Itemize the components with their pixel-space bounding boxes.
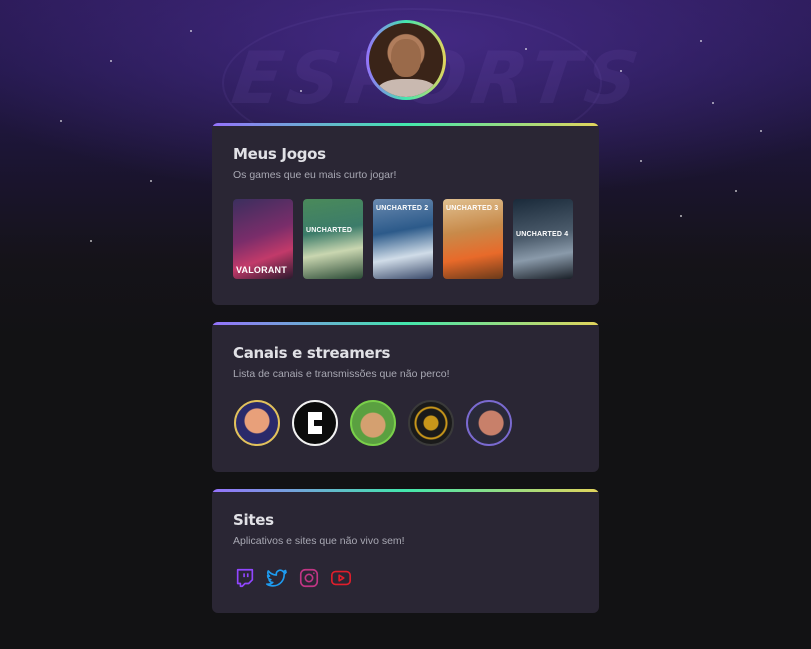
- youtube-icon[interactable]: [330, 567, 352, 589]
- sites-card-title: Sites: [233, 511, 274, 529]
- channels-list: [234, 400, 512, 446]
- channel-avatar-3[interactable]: [350, 400, 396, 446]
- channel-avatar-4[interactable]: [408, 400, 454, 446]
- sites-card-subtitle: Aplicativos e sites que não vivo sem!: [233, 535, 405, 547]
- game-cover-uncharted-4[interactable]: UNCHARTED 4: [513, 199, 573, 279]
- game-cover-caption: UNCHARTED 3: [446, 205, 499, 212]
- games-card-subtitle: Os games que eu mais curto jogar!: [233, 169, 397, 181]
- sites-card: Sites Aplicativos e sites que não vivo s…: [212, 489, 599, 613]
- avatar-photo: [369, 23, 443, 97]
- channel-avatar-1[interactable]: [234, 400, 280, 446]
- games-list: VALORANT UNCHARTED UNCHARTED 2 UNCHARTED…: [233, 199, 573, 279]
- game-cover-valorant[interactable]: VALORANT: [233, 199, 293, 279]
- channel-avatar-2[interactable]: [292, 400, 338, 446]
- game-cover-uncharted-2[interactable]: UNCHARTED 2: [373, 199, 433, 279]
- games-card: Meus Jogos Os games que eu mais curto jo…: [212, 123, 599, 305]
- game-cover-caption: UNCHARTED: [306, 227, 353, 234]
- game-cover-caption: UNCHARTED 4: [516, 231, 569, 238]
- profile-avatar[interactable]: [366, 20, 446, 100]
- channels-card-subtitle: Lista de canais e transmissões que não p…: [233, 368, 450, 380]
- channels-card-title: Canais e streamers: [233, 344, 391, 362]
- game-cover-caption: VALORANT: [236, 265, 287, 275]
- game-cover-caption: UNCHARTED 2: [376, 205, 429, 212]
- games-card-title: Meus Jogos: [233, 145, 326, 163]
- page: ESPORTS Meus Jogos Os games que eu mais …: [0, 0, 811, 649]
- twitch-icon[interactable]: [234, 567, 256, 589]
- channels-card: Canais e streamers Lista de canais e tra…: [212, 322, 599, 472]
- game-cover-uncharted-3[interactable]: UNCHARTED 3: [443, 199, 503, 279]
- channel-avatar-5[interactable]: [466, 400, 512, 446]
- game-cover-uncharted[interactable]: UNCHARTED: [303, 199, 363, 279]
- twitter-icon[interactable]: [266, 567, 288, 589]
- instagram-icon[interactable]: [298, 567, 320, 589]
- sites-list: [234, 567, 352, 589]
